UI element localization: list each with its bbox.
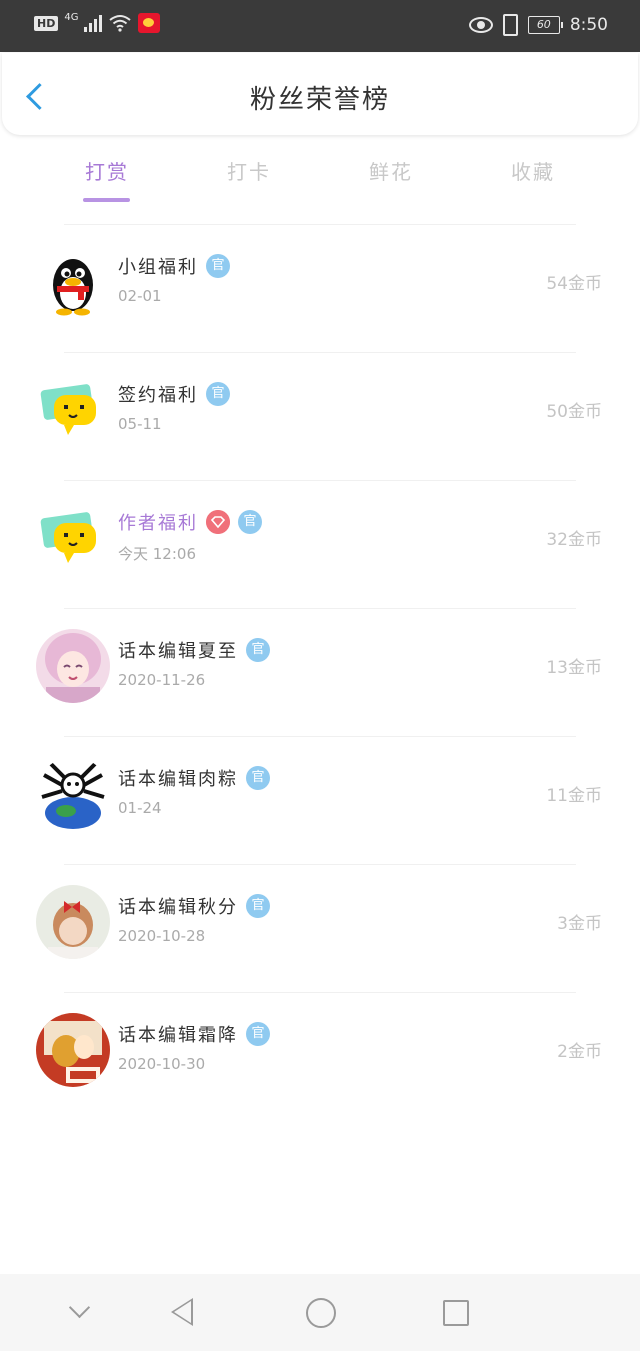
coin-amount: 2金币	[557, 1042, 602, 1062]
fan-name: 话本编辑霜降	[118, 1025, 238, 1046]
clock: 8:50	[569, 15, 608, 35]
list-item[interactable]: 作者福利 官 今天 12:06 32金币	[0, 481, 640, 609]
active-tab-indicator	[83, 198, 130, 202]
tab-checkin[interactable]: 打卡	[199, 156, 299, 185]
fan-list: 小组福利 官 02-01 54金币 签约福利 官 05-11 50金币 作者福利…	[0, 225, 640, 1121]
reward-date: 今天 12:06	[118, 545, 196, 563]
list-item[interactable]: 话本编辑秋分 官 2020-10-28 3金币	[0, 865, 640, 993]
cartoon-avatar	[36, 1013, 110, 1087]
tab-bar: 打赏 打卡 鲜花 收藏	[0, 150, 640, 210]
system-nav-bar	[0, 1274, 640, 1351]
list-item[interactable]: 签约福利 官 05-11 50金币	[0, 353, 640, 481]
page-title: 粉丝荣誉榜	[249, 85, 390, 115]
fan-name: 话本编辑肉粽	[118, 769, 238, 790]
list-item[interactable]: 话本编辑霜降 官 2020-10-30 2金币	[0, 993, 640, 1121]
coin-amount: 13金币	[546, 658, 602, 678]
reward-date: 2020-11-26	[118, 671, 206, 689]
status-bar: HD 4G 60 8:50	[0, 0, 640, 52]
doll-avatar	[36, 885, 110, 959]
official-badge-icon: 官	[206, 382, 230, 406]
reward-date: 05-11	[118, 415, 162, 433]
coin-amount: 32金币	[546, 530, 602, 550]
speech-bubble-avatar	[36, 501, 110, 575]
reward-date: 02-01	[118, 287, 162, 305]
speech-bubble-avatar	[36, 373, 110, 447]
tab-favorites[interactable]: 收藏	[483, 156, 583, 185]
recents-button[interactable]	[425, 1274, 485, 1351]
official-badge-icon: 官	[246, 894, 270, 918]
wifi-icon	[109, 15, 132, 32]
signal-icon	[84, 14, 103, 32]
globe-creature-avatar	[36, 757, 110, 831]
recents-square-icon	[443, 1300, 469, 1326]
penguin-avatar	[36, 245, 110, 319]
header: 粉丝荣誉榜	[2, 53, 638, 135]
diamond-author-icon	[206, 510, 230, 534]
chevron-down-icon	[68, 1296, 91, 1319]
coin-amount: 3金币	[557, 914, 602, 934]
coin-amount: 50金币	[546, 402, 602, 422]
reward-date: 2020-10-28	[118, 927, 206, 945]
official-badge-icon: 官	[246, 766, 270, 790]
home-button[interactable]	[290, 1274, 350, 1351]
tab-flowers[interactable]: 鲜花	[341, 156, 441, 185]
weibo-app-icon	[138, 13, 161, 33]
home-circle-icon	[306, 1298, 336, 1328]
fan-name: 话本编辑夏至	[118, 641, 238, 662]
list-item[interactable]: 话本编辑夏至 官 2020-11-26 13金币	[0, 609, 640, 737]
network-type: 4G	[64, 11, 79, 23]
hide-nav-button[interactable]	[50, 1274, 110, 1351]
official-badge-icon: 官	[238, 510, 262, 534]
reward-date: 2020-10-30	[118, 1055, 206, 1073]
tab-reward[interactable]: 打赏	[57, 156, 157, 185]
reward-date: 01-24	[118, 799, 162, 817]
fan-name: 话本编辑秋分	[118, 897, 238, 918]
fan-name: 作者福利	[118, 513, 198, 534]
hd-icon: HD	[34, 15, 59, 31]
fan-name: 小组福利	[118, 257, 198, 278]
eye-comfort-icon	[468, 17, 493, 33]
vibrate-icon	[502, 14, 518, 36]
coin-amount: 11金币	[546, 786, 602, 806]
official-badge-icon: 官	[246, 1022, 270, 1046]
back-triangle-icon	[171, 1298, 193, 1326]
official-badge-icon: 官	[206, 254, 230, 278]
battery-icon: 60	[527, 16, 563, 34]
anime-girl-avatar	[36, 629, 110, 703]
back-button[interactable]	[155, 1274, 215, 1351]
list-item[interactable]: 小组福利 官 02-01 54金币	[0, 225, 640, 353]
list-item[interactable]: 话本编辑肉粽 官 01-24 11金币	[0, 737, 640, 865]
fan-name: 签约福利	[118, 385, 198, 406]
official-badge-icon: 官	[246, 638, 270, 662]
coin-amount: 54金币	[546, 274, 602, 294]
